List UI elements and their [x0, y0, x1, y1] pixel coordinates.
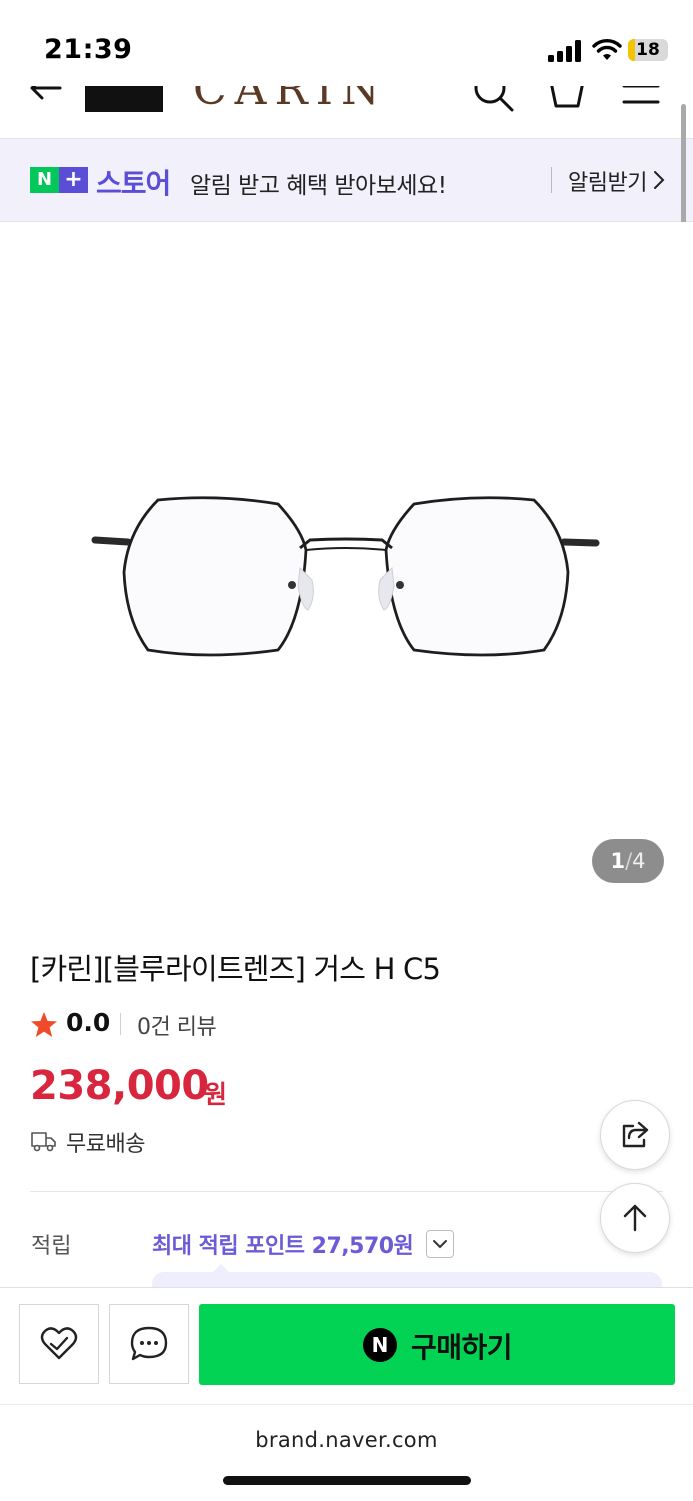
naver-n-badge: N — [30, 167, 59, 193]
review-count-link[interactable]: 0건 리뷰 — [137, 1009, 217, 1041]
buy-now-button[interactable]: N 구매하기 — [199, 1304, 675, 1385]
status-time: 21:39 — [44, 34, 133, 65]
points-label: 적립 — [31, 1234, 72, 1259]
eyeglasses-product-image — [91, 496, 600, 657]
wifi-icon — [592, 39, 622, 60]
notification-subscribe-link[interactable]: 알림받기 — [568, 165, 647, 197]
chevron-right-icon[interactable] — [652, 169, 666, 191]
store-notification-banner[interactable]: N + 스토어 알림 받고 혜택 받아보세요! 알림받기 — [0, 139, 693, 222]
share-button[interactable] — [600, 1100, 670, 1170]
delivery-truck-icon — [31, 1132, 56, 1152]
chevron-down-icon — [433, 1240, 447, 1249]
browser-address-bar[interactable] — [0, 1404, 693, 1501]
arrow-up-icon — [623, 1204, 647, 1232]
price-currency: 원 — [204, 1080, 228, 1109]
naver-plus-store-logo[interactable] — [85, 86, 163, 112]
share-icon — [622, 1121, 649, 1148]
battery-percentage: 18 — [636, 40, 660, 60]
battery-icon: 18 — [628, 39, 668, 61]
cellular-signal-icon — [548, 40, 581, 62]
url-text[interactable]: brand.naver.com — [0, 1428, 693, 1452]
rating-value: 0.0 — [66, 1008, 111, 1037]
menu-icon[interactable] — [622, 86, 660, 106]
chat-bubble-icon — [130, 1326, 168, 1361]
store-label: 스토어 — [96, 167, 171, 200]
product-title: [카린][블루라이트렌즈] 거스 H C5 — [30, 952, 441, 986]
search-icon[interactable] — [472, 86, 516, 116]
image-page-counter: 1/4 — [592, 839, 664, 883]
section-divider — [30, 1191, 663, 1192]
heart-check-icon — [40, 1327, 78, 1360]
shipping-info: 무료배송 — [66, 1132, 145, 1157]
rating-divider — [120, 1013, 121, 1035]
scroll-to-top-button[interactable] — [600, 1183, 670, 1253]
home-indicator[interactable] — [223, 1476, 471, 1485]
current-image-index: 1 — [610, 849, 626, 873]
banner-divider — [551, 167, 552, 193]
cart-icon[interactable] — [548, 86, 586, 110]
max-points-text: 최대 적립 포인트 27,570원 — [152, 1234, 414, 1259]
naver-plus-badge: N + — [30, 167, 88, 193]
star-icon — [31, 1012, 57, 1037]
wishlist-button[interactable] — [19, 1304, 99, 1384]
plus-badge: + — [59, 167, 88, 193]
banner-message: 알림 받고 혜택 받아보세요! — [190, 173, 447, 199]
talk-talk-button[interactable] — [109, 1304, 189, 1384]
brand-logo[interactable]: CARIN — [193, 86, 387, 115]
naver-pay-icon: N — [363, 1328, 397, 1362]
price-value: 238,000 — [30, 1063, 209, 1109]
store-header: CARIN — [0, 86, 693, 139]
back-arrow-icon[interactable] — [26, 86, 66, 108]
points-expand-button[interactable] — [426, 1230, 454, 1258]
buy-now-label: 구매하기 — [411, 1331, 513, 1364]
total-image-count: 4 — [632, 849, 646, 873]
